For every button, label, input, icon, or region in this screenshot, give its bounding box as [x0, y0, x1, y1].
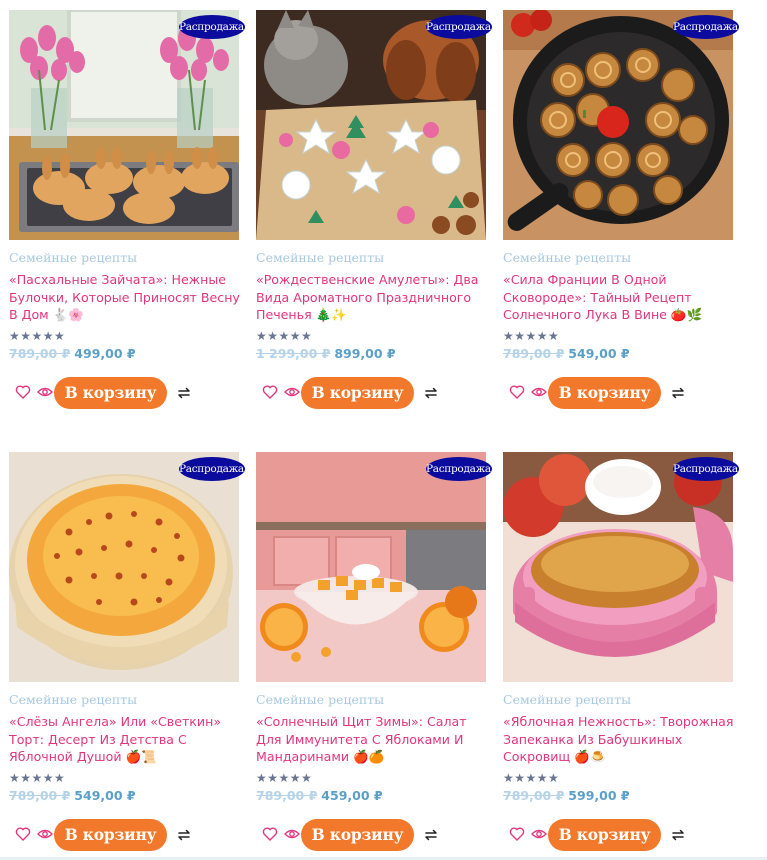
- angel-tears-cake-picture: [9, 452, 239, 682]
- product-title-link[interactable]: «Солнечный Щит Зимы»: Салат Для Иммуните…: [256, 713, 494, 766]
- product-actions: В корзину: [507, 377, 743, 409]
- product-image[interactable]: [256, 452, 486, 682]
- old-price: 789,00 ₽: [9, 788, 71, 803]
- compare-arrows-icon[interactable]: [423, 827, 439, 843]
- sale-price: 549,00 ₽: [568, 346, 630, 361]
- heart-icon[interactable]: [509, 384, 525, 400]
- sale-badge: Распродажа!: [179, 457, 248, 481]
- sale-badge: Распродажа!: [426, 457, 495, 481]
- sale-badge: Распродажа!: [426, 15, 495, 39]
- eye-icon[interactable]: [284, 827, 300, 841]
- product-price: 1 299,00 ₽899,00 ₽: [256, 346, 396, 361]
- rating-stars: ★★★★★: [9, 771, 66, 785]
- add-to-cart-button[interactable]: В корзину: [548, 377, 661, 409]
- add-to-cart-button[interactable]: В корзину: [54, 377, 167, 409]
- heart-icon[interactable]: [15, 384, 31, 400]
- product-title-link[interactable]: «Пасхальные Зайчата»: Нежные Булочки, Ко…: [9, 271, 247, 324]
- product-card: Распродажа! Семейные рецепты «Рождествен…: [256, 10, 496, 410]
- product-image[interactable]: [503, 10, 733, 240]
- add-to-cart-button[interactable]: В корзину: [54, 819, 167, 851]
- old-price: 789,00 ₽: [256, 788, 318, 803]
- rating-stars: ★★★★★: [503, 771, 560, 785]
- product-price: 789,00 ₽499,00 ₽: [9, 346, 136, 361]
- tulips-bunny-buns-picture: [9, 10, 239, 240]
- apple-casserole-picture: [503, 452, 733, 682]
- product-image[interactable]: [256, 10, 486, 240]
- sale-badge: Распродажа!: [673, 457, 742, 481]
- eye-icon[interactable]: [37, 385, 53, 399]
- eye-icon[interactable]: [531, 385, 547, 399]
- rating-stars: ★★★★★: [256, 329, 313, 343]
- add-to-cart-button[interactable]: В корзину: [548, 819, 661, 851]
- product-title-link[interactable]: «Слёзы Ангела» Или «Светкин» Торт: Десер…: [9, 713, 247, 766]
- rating-stars: ★★★★★: [256, 771, 313, 785]
- sale-price: 459,00 ₽: [321, 788, 383, 803]
- compare-arrows-icon[interactable]: [670, 827, 686, 843]
- product-category-link[interactable]: Семейные рецепты: [9, 692, 137, 707]
- product-category-link[interactable]: Семейные рецепты: [9, 250, 137, 265]
- sale-price: 899,00 ₽: [334, 346, 396, 361]
- product-card: Распродажа! Семейные рецепты «Сила Франц…: [503, 10, 743, 410]
- product-category-link[interactable]: Семейные рецепты: [503, 250, 631, 265]
- eye-icon[interactable]: [37, 827, 53, 841]
- product-card: Распродажа! Семейные рецепты «Пасхальные…: [9, 10, 249, 410]
- rating-stars: ★★★★★: [503, 329, 560, 343]
- compare-arrows-icon[interactable]: [423, 385, 439, 401]
- onion-skillet-picture: [503, 10, 733, 240]
- add-to-cart-button[interactable]: В корзину: [301, 819, 414, 851]
- product-actions: В корзину: [260, 377, 496, 409]
- compare-arrows-icon[interactable]: [670, 385, 686, 401]
- product-card: Распродажа! Семейные рецепты «Солнечный …: [256, 452, 496, 852]
- product-actions: В корзину: [13, 819, 249, 851]
- product-actions: В корзину: [507, 819, 743, 851]
- sale-price: 549,00 ₽: [74, 788, 136, 803]
- product-actions: В корзину: [260, 819, 496, 851]
- product-card: Распродажа! Семейные рецепты «Яблочная Н…: [503, 452, 743, 852]
- heart-icon[interactable]: [262, 384, 278, 400]
- product-title-link[interactable]: «Яблочная Нежность»: Творожная Запеканка…: [503, 713, 741, 766]
- product-category-link[interactable]: Семейные рецепты: [256, 250, 384, 265]
- eye-icon[interactable]: [284, 385, 300, 399]
- product-image[interactable]: [9, 452, 239, 682]
- product-title-link[interactable]: «Сила Франции В Одной Сковороде»: Тайный…: [503, 271, 741, 324]
- sale-badge: Распродажа!: [673, 15, 742, 39]
- eye-icon[interactable]: [531, 827, 547, 841]
- product-category-link[interactable]: Семейные рецепты: [256, 692, 384, 707]
- old-price: 1 299,00 ₽: [256, 346, 331, 361]
- product-grid: Распродажа! Семейные рецепты «Пасхальные…: [0, 0, 767, 860]
- product-category-link[interactable]: Семейные рецепты: [503, 692, 631, 707]
- sale-badge: Распродажа!: [179, 15, 248, 39]
- christmas-cookies-picture: [256, 10, 486, 240]
- product-image[interactable]: [9, 10, 239, 240]
- heart-icon[interactable]: [509, 826, 525, 842]
- product-card: Распродажа! Семейные рецепты «Слёзы Анге…: [9, 452, 249, 852]
- heart-icon[interactable]: [15, 826, 31, 842]
- rating-stars: ★★★★★: [9, 329, 66, 343]
- add-to-cart-button[interactable]: В корзину: [301, 377, 414, 409]
- product-actions: В корзину: [13, 377, 249, 409]
- product-price: 789,00 ₽459,00 ₽: [256, 788, 383, 803]
- compare-arrows-icon[interactable]: [176, 385, 192, 401]
- sale-price: 499,00 ₽: [74, 346, 136, 361]
- product-price: 789,00 ₽549,00 ₽: [9, 788, 136, 803]
- product-title-link[interactable]: «Рождественские Амулеты»: Два Вида Арома…: [256, 271, 494, 324]
- product-price: 789,00 ₽599,00 ₽: [503, 788, 630, 803]
- compare-arrows-icon[interactable]: [176, 827, 192, 843]
- tangerine-salad-picture: [256, 452, 486, 682]
- heart-icon[interactable]: [262, 826, 278, 842]
- old-price: 789,00 ₽: [503, 346, 565, 361]
- product-image[interactable]: [503, 452, 733, 682]
- old-price: 789,00 ₽: [9, 346, 71, 361]
- product-price: 789,00 ₽549,00 ₽: [503, 346, 630, 361]
- sale-price: 599,00 ₽: [568, 788, 630, 803]
- old-price: 789,00 ₽: [503, 788, 565, 803]
